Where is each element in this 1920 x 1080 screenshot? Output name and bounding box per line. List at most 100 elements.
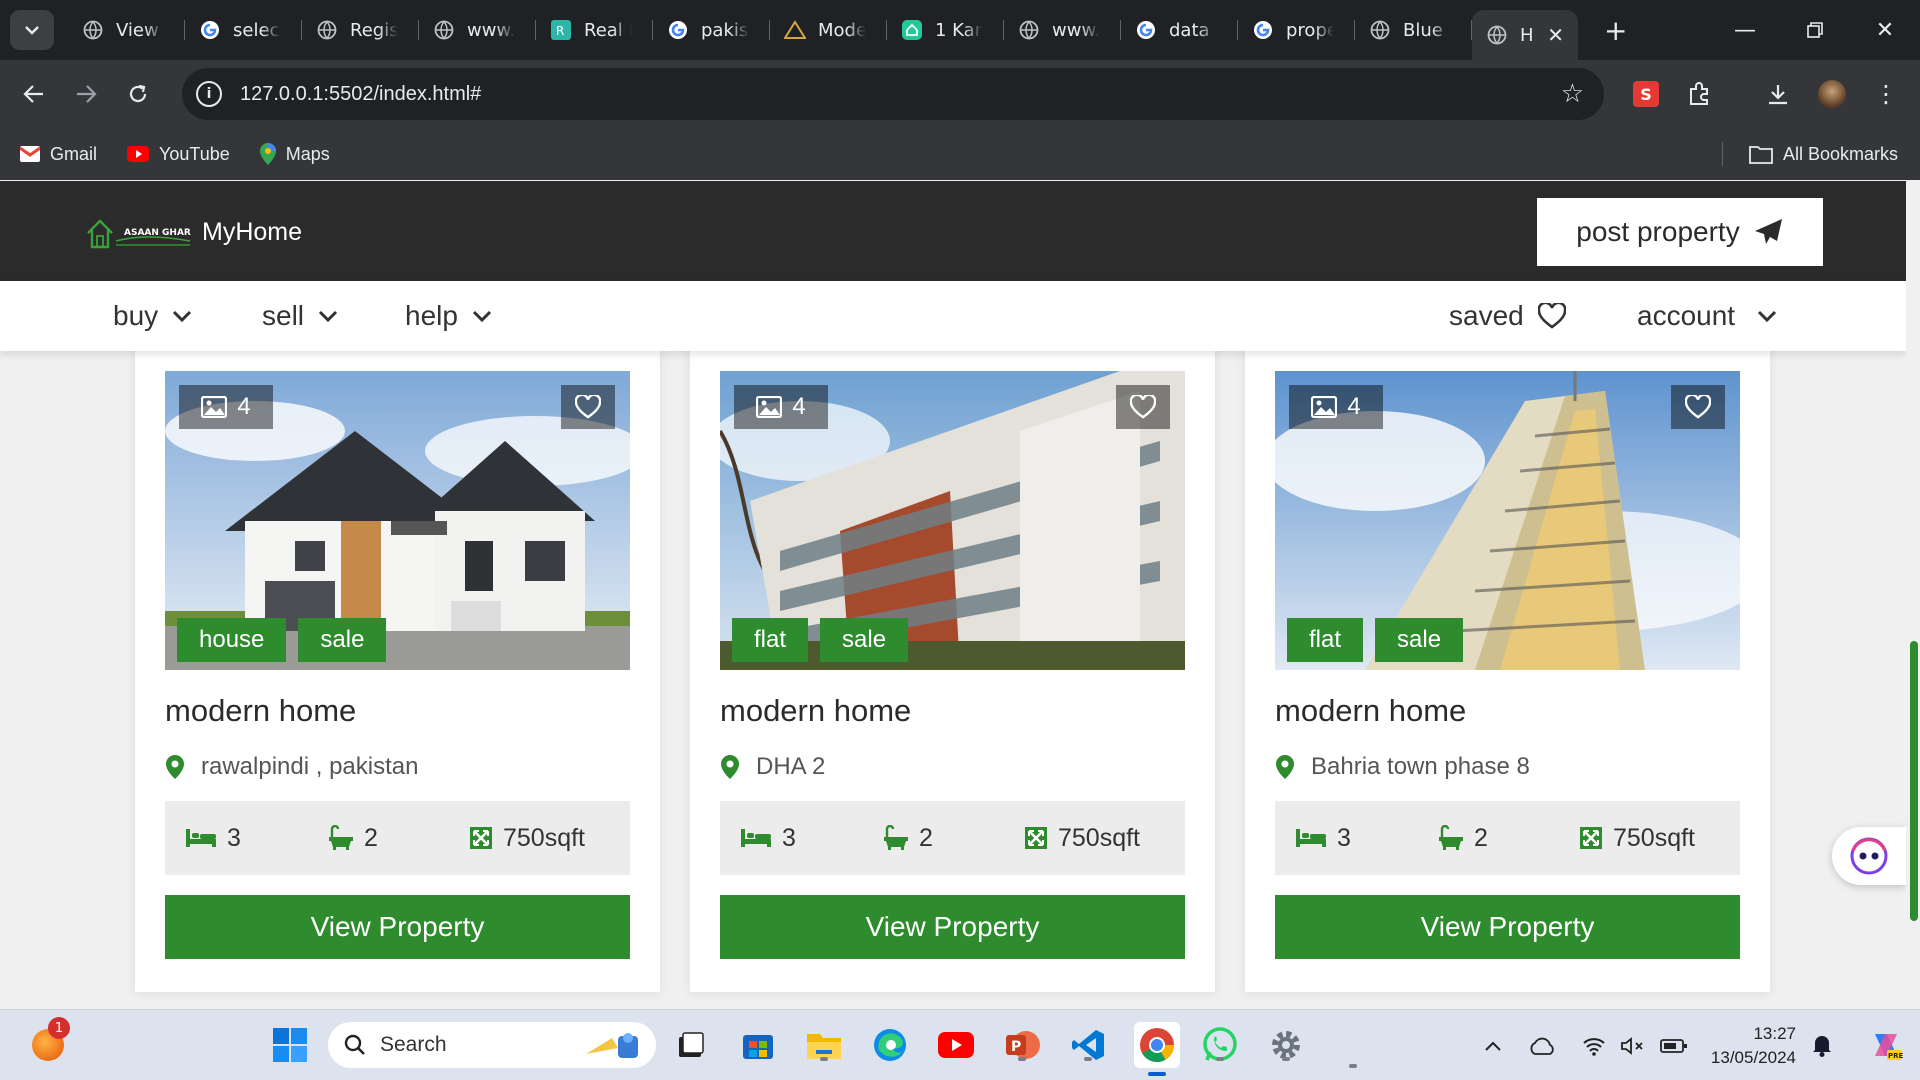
photo-count-badge[interactable]: 4 xyxy=(1289,385,1383,429)
property-image[interactable]: 4 flat sale xyxy=(1275,371,1740,670)
nav-account[interactable]: account xyxy=(1637,281,1777,351)
microsoft-store-icon[interactable] xyxy=(738,1025,778,1065)
all-bookmarks-button[interactable]: All Bookmarks xyxy=(1721,142,1898,166)
view-property-button[interactable]: View Property xyxy=(165,895,630,959)
volume-muted-icon[interactable] xyxy=(1620,1036,1646,1056)
property-image[interactable]: 4 flat sale xyxy=(720,371,1185,670)
settings-gear-icon[interactable] xyxy=(1266,1025,1306,1065)
youtube-app-icon[interactable] xyxy=(936,1025,976,1065)
battery-icon[interactable] xyxy=(1660,1038,1688,1054)
property-tags: flat sale xyxy=(1287,618,1475,662)
search-highlight-icon xyxy=(582,1028,644,1062)
globe-icon xyxy=(1486,24,1508,46)
browser-tab[interactable]: Regist xyxy=(302,8,419,52)
assistant-widget-button[interactable] xyxy=(1832,827,1906,885)
photo-count-badge[interactable]: 4 xyxy=(179,385,273,429)
web-page: ASAAN GHAR MyHome post property buy sell… xyxy=(0,181,1906,1009)
bathtub-icon xyxy=(329,825,353,850)
url-text[interactable]: 127.0.0.1:5502/index.html# xyxy=(240,83,481,106)
minimize-icon[interactable]: — xyxy=(1710,0,1780,60)
save-favorite-button[interactable] xyxy=(1671,385,1725,429)
show-hidden-icons-chevron-up-icon[interactable] xyxy=(1484,1040,1502,1052)
browser-tab[interactable]: www.c xyxy=(419,8,536,52)
address-bar[interactable]: i 127.0.0.1:5502/index.html# ☆ xyxy=(182,68,1604,120)
browser-tab[interactable]: select xyxy=(185,8,302,52)
site-logo[interactable]: ASAAN GHAR MyHome xyxy=(86,211,302,253)
task-view-icon[interactable] xyxy=(670,1025,710,1065)
browser-tab[interactable]: prope xyxy=(1238,8,1355,52)
scrollbar-thumb[interactable] xyxy=(1910,641,1918,921)
browser-tab[interactable]: R Real E xyxy=(536,8,653,52)
post-property-button[interactable]: post property xyxy=(1537,198,1823,266)
property-tag: flat xyxy=(1287,618,1364,662)
browser-tab[interactable]: Blue a xyxy=(1355,8,1472,52)
browser-tab[interactable]: 1 Kan xyxy=(887,8,1004,52)
windows-start-icon[interactable] xyxy=(270,1025,310,1065)
bookmark-maps[interactable]: Maps xyxy=(259,143,330,165)
profile-avatar[interactable] xyxy=(1812,74,1852,114)
property-tag: flat xyxy=(732,618,809,662)
onedrive-cloud-icon[interactable] xyxy=(1528,1036,1556,1056)
area-stat: 750sqft xyxy=(469,824,585,853)
google-icon xyxy=(667,19,689,41)
vscode-icon[interactable] xyxy=(1068,1025,1108,1065)
wifi-icon[interactable] xyxy=(1582,1036,1606,1056)
property-title: modern home xyxy=(1275,693,1467,728)
weather-widget-icon[interactable]: 1 xyxy=(28,1017,70,1065)
notifications-bell-icon[interactable] xyxy=(1802,1025,1842,1065)
taskbar-clock[interactable]: 13:27 13/05/2024 xyxy=(1711,1022,1796,1070)
file-explorer-icon[interactable] xyxy=(804,1025,844,1065)
view-property-button[interactable]: View Property xyxy=(720,895,1185,959)
property-tag: house xyxy=(177,618,287,662)
browser-tab[interactable]: View I xyxy=(68,8,185,52)
browser-menu-icon[interactable]: ⋮ xyxy=(1866,74,1906,114)
photo-count-badge[interactable]: 4 xyxy=(734,385,828,429)
whatsapp-icon[interactable] xyxy=(1200,1025,1240,1065)
nav-sell[interactable]: sell xyxy=(262,281,338,351)
reload-icon[interactable] xyxy=(112,68,164,120)
forward-arrow-icon[interactable] xyxy=(60,68,112,120)
svg-text:R: R xyxy=(556,24,564,38)
property-image[interactable]: 4 house sale xyxy=(165,371,630,670)
bookmark-youtube[interactable]: YouTube xyxy=(127,144,230,165)
browser-tab[interactable]: data b xyxy=(1121,8,1238,52)
save-favorite-button[interactable] xyxy=(561,385,615,429)
tab-search-button[interactable] xyxy=(10,10,54,50)
svg-text:PRE: PRE xyxy=(1888,1052,1903,1060)
site-info-icon[interactable]: i xyxy=(196,81,222,107)
copilot-icon[interactable]: PRE xyxy=(1866,1025,1906,1065)
nav-buy[interactable]: buy xyxy=(113,281,192,351)
edge-browser-icon[interactable] xyxy=(870,1025,910,1065)
google-icon xyxy=(1135,19,1157,41)
back-arrow-icon[interactable] xyxy=(8,68,60,120)
browser-tab-active[interactable]: H ✕ xyxy=(1472,10,1578,60)
nav-saved[interactable]: saved xyxy=(1449,281,1566,351)
bookmark-star-icon[interactable]: ☆ xyxy=(1561,79,1584,109)
browser-tab[interactable]: Mode xyxy=(770,8,887,52)
chrome-icon[interactable] xyxy=(1134,1022,1180,1076)
page-scrollbar[interactable] xyxy=(1906,181,1920,1009)
browser-tab[interactable]: www.c xyxy=(1004,8,1121,52)
save-favorite-button[interactable] xyxy=(1116,385,1170,429)
extension-red-icon[interactable]: S xyxy=(1626,74,1666,114)
tab-title: Real E xyxy=(584,19,632,41)
home-app-icon xyxy=(901,19,923,41)
taskbar-search-box[interactable]: Search xyxy=(328,1022,656,1068)
nav-help[interactable]: help xyxy=(405,281,492,351)
downloads-icon[interactable] xyxy=(1758,74,1798,114)
restore-icon[interactable] xyxy=(1780,0,1850,60)
bathrooms-stat: 2 xyxy=(1438,824,1488,853)
close-window-icon[interactable]: ✕ xyxy=(1850,0,1920,60)
svg-text:P: P xyxy=(1011,1039,1021,1055)
browser-tab[interactable]: pakist xyxy=(653,8,770,52)
bookmark-gmail[interactable]: Gmail xyxy=(20,144,97,165)
paper-plane-icon xyxy=(1754,219,1782,244)
new-tab-icon[interactable]: + xyxy=(1604,14,1627,47)
chevron-down-icon xyxy=(472,310,491,322)
view-property-button[interactable]: View Property xyxy=(1275,895,1740,959)
clock-date: 13/05/2024 xyxy=(1710,1048,1796,1067)
bed-icon xyxy=(1296,829,1326,847)
close-tab-icon[interactable]: ✕ xyxy=(1547,23,1564,47)
powerpoint-icon[interactable]: P xyxy=(1002,1025,1042,1065)
extensions-puzzle-icon[interactable] xyxy=(1680,74,1720,114)
